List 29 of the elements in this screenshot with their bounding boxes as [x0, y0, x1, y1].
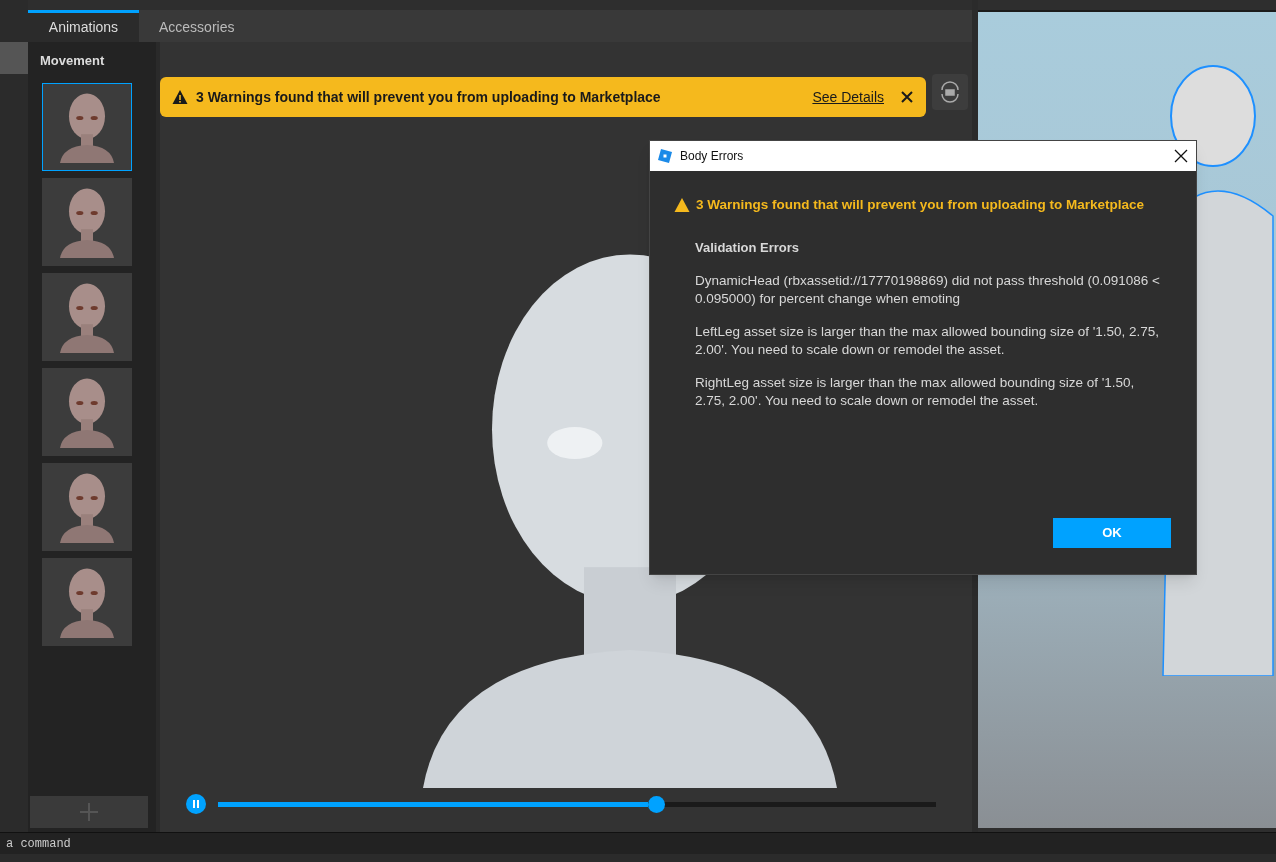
close-icon[interactable] — [1174, 149, 1188, 163]
camera-reset-button[interactable] — [932, 74, 968, 110]
banner-message: 3 Warnings found that will prevent you from uploading to Marketplace — [196, 87, 661, 107]
errors-heading: Validation Errors — [695, 239, 801, 258]
animation-thumbnail[interactable] — [42, 272, 132, 361]
warning-icon — [172, 89, 188, 105]
error-message: LeftLeg asset size is larger than the max allowed bounding size of '1.50, 2.75, 2.00'. You need to scale down or remodel the asset. — [695, 323, 1161, 360]
warning-icon — [674, 197, 690, 214]
error-message: DynamicHead (rbxassetid://17770198869) did not pass threshold (0.091086 < 0.095000) for percent change when emoting — [695, 272, 1161, 309]
plus-icon — [79, 802, 99, 822]
timeline-fill[interactable] — [218, 801, 648, 807]
animation-thumbnail[interactable] — [42, 177, 132, 266]
animation-thumbnail[interactable] — [42, 367, 132, 456]
close-icon[interactable] — [900, 90, 914, 104]
app-logo-icon — [658, 149, 672, 163]
dialog-title: Body Errors — [680, 148, 745, 165]
pause-button[interactable] — [186, 794, 206, 814]
timeline-thumb[interactable] — [647, 795, 665, 813]
camera-rotate-icon — [938, 80, 962, 104]
section-title: Movement — [39, 52, 106, 70]
pause-icon — [191, 799, 201, 809]
tab[interactable]: Animations — [28, 10, 139, 42]
animation-thumbnail[interactable] — [42, 82, 132, 171]
animation-thumbnail[interactable] — [42, 462, 132, 551]
see-details-link[interactable]: See Details — [812, 86, 884, 108]
command-input[interactable]: a command — [0, 832, 1276, 854]
animation-thumbnail[interactable] — [42, 557, 132, 646]
dialog-warning: 3 Warnings found that will prevent you from uploading to Marketplace — [696, 196, 1145, 214]
error-message: RightLeg asset size is larger than the max allowed bounding size of '1.50, 2.75, 2.00'. You need to scale down or remodel the asset. — [695, 374, 1136, 411]
